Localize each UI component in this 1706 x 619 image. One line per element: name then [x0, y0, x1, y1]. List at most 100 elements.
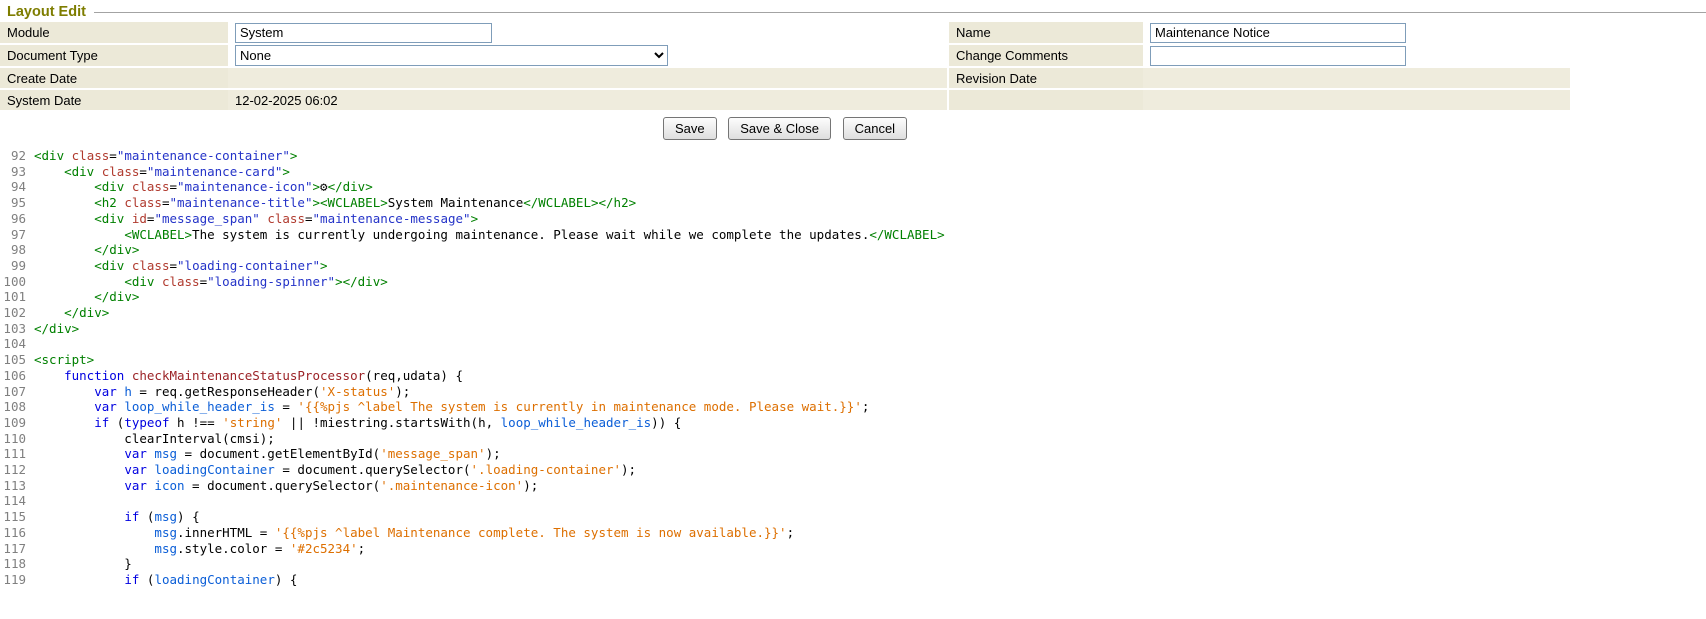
cancel-button[interactable]: Cancel	[843, 117, 907, 140]
code-line: 118 }	[0, 556, 1706, 572]
line-number: 117	[0, 541, 26, 557]
code-text: clearInterval(cmsi);	[34, 431, 275, 446]
code-text: <div class="maintenance-card">	[34, 164, 290, 179]
line-number: 108	[0, 399, 26, 415]
line-number: 105	[0, 352, 26, 368]
code-text: <WCLABEL>The system is currently undergo…	[34, 227, 945, 242]
line-number: 110	[0, 431, 26, 447]
empty-value-cell	[1143, 89, 1570, 111]
code-line: 111 var msg = document.getElementById('m…	[0, 446, 1706, 462]
code-line: 95 <h2 class="maintenance-title"><WCLABE…	[0, 195, 1706, 211]
line-number: 118	[0, 556, 26, 572]
action-button-row: Save Save & Close Cancel	[0, 112, 1570, 146]
name-field-cell	[1143, 22, 1570, 44]
module-input[interactable]	[235, 23, 492, 43]
form-row-dates: Create Date Revision Date	[0, 67, 1570, 89]
save-button[interactable]: Save	[663, 117, 717, 140]
create-date-value	[228, 67, 948, 89]
name-label: Name	[948, 22, 1143, 44]
line-number: 103	[0, 321, 26, 337]
line-number: 100	[0, 274, 26, 290]
code-text: }	[34, 556, 132, 571]
line-number: 112	[0, 462, 26, 478]
code-text: msg.style.color = '#2c5234';	[34, 541, 365, 556]
change-comments-field-cell	[1143, 44, 1570, 67]
save-close-button[interactable]: Save & Close	[728, 117, 831, 140]
line-number: 102	[0, 305, 26, 321]
header-rule	[94, 12, 1706, 13]
line-number: 99	[0, 258, 26, 274]
code-text: if (loadingContainer) {	[34, 572, 297, 587]
code-line: 97 <WCLABEL>The system is currently unde…	[0, 227, 1706, 243]
create-date-label: Create Date	[0, 67, 228, 89]
module-label: Module	[0, 22, 228, 44]
layout-form: Module Name Document Type None Change Co…	[0, 22, 1570, 112]
code-text: msg.innerHTML = '{{%pjs ^label Maintenan…	[34, 525, 794, 540]
code-text: if (typeof h !== 'string' || !miestring.…	[34, 415, 681, 430]
code-line: 106 function checkMaintenanceStatusProce…	[0, 368, 1706, 384]
code-text: if (msg) {	[34, 509, 200, 524]
code-text: <div class="maintenance-icon">⚙</div>	[34, 179, 373, 194]
line-number: 113	[0, 478, 26, 494]
code-text: </div>	[34, 289, 139, 304]
code-text: <div class="loading-spinner"></div>	[34, 274, 388, 289]
code-line: 119 if (loadingContainer) {	[0, 572, 1706, 588]
empty-label-cell	[948, 89, 1143, 111]
page-header: Layout Edit	[0, 0, 1706, 22]
code-text: var loop_while_header_is = '{{%pjs ^labe…	[34, 399, 869, 414]
document-type-label: Document Type	[0, 44, 228, 67]
code-line: 92<div class="maintenance-container">	[0, 148, 1706, 164]
code-line: 104	[0, 336, 1706, 352]
code-line: 110 clearInterval(cmsi);	[0, 431, 1706, 447]
line-number: 94	[0, 179, 26, 195]
code-line: 101 </div>	[0, 289, 1706, 305]
code-text: function checkMaintenanceStatusProcessor…	[34, 368, 463, 383]
form-row-system-date: System Date 12-02-2025 06:02	[0, 89, 1570, 111]
form-row-module-name: Module Name	[0, 22, 1570, 44]
code-line: 112 var loadingContainer = document.quer…	[0, 462, 1706, 478]
revision-date-label: Revision Date	[948, 67, 1143, 89]
document-type-select[interactable]: None	[235, 45, 668, 66]
page-title: Layout Edit	[7, 4, 86, 20]
line-number: 114	[0, 493, 26, 509]
line-number: 107	[0, 384, 26, 400]
document-type-field-cell: None	[228, 44, 948, 67]
line-number: 93	[0, 164, 26, 180]
line-number: 119	[0, 572, 26, 588]
module-field-cell	[228, 22, 948, 44]
line-number: 109	[0, 415, 26, 431]
code-line: 107 var h = req.getResponseHeader('X-sta…	[0, 384, 1706, 400]
line-number: 111	[0, 446, 26, 462]
code-line: 103 </div>	[0, 321, 1706, 337]
code-line: 102 </div>	[0, 305, 1706, 321]
code-text: var loadingContainer = document.querySel…	[34, 462, 636, 477]
line-number: 106	[0, 368, 26, 384]
name-input[interactable]	[1150, 23, 1406, 43]
code-text: </div>	[34, 305, 109, 320]
code-line: 117 msg.style.color = '#2c5234';	[0, 541, 1706, 557]
change-comments-label: Change Comments	[948, 44, 1143, 67]
code-text: </div>	[34, 321, 79, 336]
code-line: 100 <div class="loading-spinner"></div>	[0, 274, 1706, 290]
code-line: 108 var loop_while_header_is = '{{%pjs ^…	[0, 399, 1706, 415]
line-number: 95	[0, 195, 26, 211]
line-number: 92	[0, 148, 26, 164]
code-line: 98 </div>	[0, 242, 1706, 258]
code-line: 93 <div class="maintenance-card">	[0, 164, 1706, 180]
code-line: 115 if (msg) {	[0, 509, 1706, 525]
code-line: 99 <div class="loading-container">	[0, 258, 1706, 274]
line-number: 115	[0, 509, 26, 525]
code-text: </div>	[34, 242, 139, 257]
revision-date-value	[1143, 67, 1570, 89]
code-line: 96 <div id="message_span" class="mainten…	[0, 211, 1706, 227]
code-text: var msg = document.getElementById('messa…	[34, 446, 501, 461]
code-line: 113 var icon = document.querySelector('.…	[0, 478, 1706, 494]
system-date-value: 12-02-2025 06:02	[228, 89, 948, 111]
code-editor[interactable]: 92<div class="maintenance-container">93 …	[0, 146, 1706, 588]
form-row-doctype-comments: Document Type None Change Comments	[0, 44, 1570, 67]
code-line: 105<script>	[0, 352, 1706, 368]
change-comments-input[interactable]	[1150, 46, 1406, 66]
code-text: <div class="loading-container">	[34, 258, 328, 273]
line-number: 116	[0, 525, 26, 541]
code-text: <h2 class="maintenance-title"><WCLABEL>S…	[34, 195, 636, 210]
